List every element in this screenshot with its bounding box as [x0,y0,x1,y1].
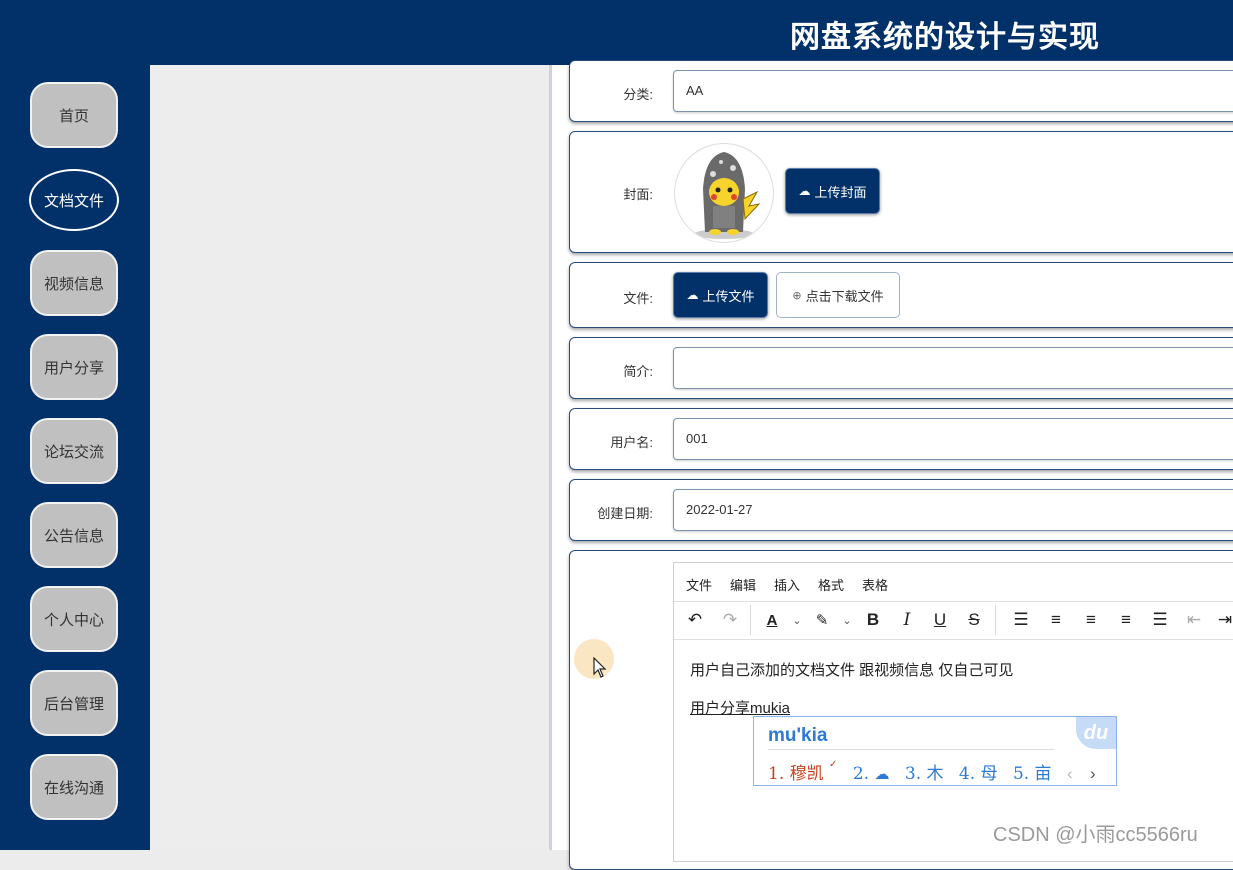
menu-edit[interactable]: 编辑 [730,575,756,594]
chevron-down-icon[interactable]: ⌄ [836,609,858,631]
ime-candidate-window[interactable]: mu'kia du 1. 穆凯 ✓ 2. ☁ 3. 木 4. 母 5. 亩 ‹ … [753,716,1117,786]
nav-documents[interactable]: 文档文件 [29,169,119,231]
nav-personal-center[interactable]: 个人中心 [30,586,118,652]
strikethrough-icon[interactable]: S [963,609,985,631]
watermark: CSDN @小雨cc5566ru [993,824,1198,846]
ime-candidates: 1. 穆凯 ✓ 2. ☁ 3. 木 4. 母 5. 亩 ‹ › [768,759,1096,784]
sidebar: 首页 文档文件 视频信息 用户分享 论坛交流 公告信息 个人中心 后台管理 在线… [0,65,150,850]
app-header: 网盘系统的设计与实现 [0,0,1233,65]
category-input[interactable]: AA [673,70,1233,112]
file-row [569,262,1233,328]
download-file-label: 点击下载文件 [805,288,884,304]
ime-candidate-5[interactable]: 5. 亩 [1013,764,1052,784]
username-input[interactable]: 001 [673,418,1233,460]
ime-divider [768,749,1054,750]
cover-row [569,131,1233,253]
cover-label: 封面: [623,187,653,202]
file-label: 文件: [623,291,653,306]
chevron-left-icon[interactable]: ‹ [1067,764,1073,783]
download-file-button[interactable]: ⊕ 点击下载文件 [776,272,900,318]
editor-menubar: 文件 编辑 插入 格式 表格 [674,563,1233,602]
cover-image [674,143,774,243]
ime-candidate-3[interactable]: 3. 木 [905,764,944,784]
ime-candidate-4[interactable]: 4. 母 [959,764,998,784]
nav-video[interactable]: 视频信息 [30,250,118,316]
align-right-icon[interactable]: ≡ [1115,609,1137,631]
left-blank-panel [150,65,550,850]
indent-icon[interactable]: ⇥ [1214,609,1233,631]
nav-admin[interactable]: 后台管理 [30,670,118,736]
cloud-icon: ☁ [874,765,890,783]
created-date-label: 创建日期: [597,506,653,521]
toolbar-separator [750,605,751,635]
intro-input[interactable] [673,347,1233,389]
nav-home[interactable]: 首页 [30,82,118,148]
cloud-upload-icon: ☁ [798,184,811,198]
nav-user-share[interactable]: 用户分享 [30,334,118,400]
menu-format[interactable]: 格式 [818,575,844,594]
category-label: 分类: [623,87,653,102]
menu-file[interactable]: 文件 [686,575,712,594]
app-title: 网盘系统的设计与实现 [790,21,1100,54]
upload-cover-button[interactable]: ☁ 上传封面 [785,168,880,214]
toolbar-separator [995,605,996,635]
nav-notices[interactable]: 公告信息 [30,502,118,568]
align-center-icon[interactable]: ≡ [1080,609,1102,631]
menu-insert[interactable]: 插入 [774,575,800,594]
menu-table[interactable]: 表格 [862,575,888,594]
outdent-icon[interactable]: ⇤ [1183,609,1205,631]
text-color-icon[interactable]: A [761,609,783,631]
undo-icon[interactable]: ↶ [684,609,706,631]
upload-file-button[interactable]: ☁ 上传文件 [673,272,768,318]
ime-cloud-mark-icon: ✓ [829,759,838,770]
mouse-pointer-icon [593,657,607,678]
rich-text-editor[interactable]: 文件 编辑 插入 格式 表格 ↶ ↷ A ⌄ ✎ ⌄ B I U S ☰ ≡ ≡… [673,562,1233,862]
chevron-right-icon[interactable]: › [1090,764,1096,783]
highlight-color-icon[interactable]: ✎ [811,609,833,631]
intro-label: 简介: [623,364,653,379]
cloud-upload-icon: ☁ [686,288,699,302]
ime-candidate-2[interactable]: 2. [853,764,869,784]
underline-icon[interactable]: U [929,609,951,631]
ime-candidate-1[interactable]: 1. 穆凯 [768,764,824,784]
nav-chat[interactable]: 在线沟通 [30,754,118,820]
editor-line-1: 用户自己添加的文档文件 跟视频信息 仅自己可见 [690,662,1014,679]
ime-composition: mu'kia [768,725,828,746]
created-date-input[interactable]: 2022-01-27 [673,489,1233,531]
editor-toolbar: ↶ ↷ A ⌄ ✎ ⌄ B I U S ☰ ≡ ≡ ≡ ☰ ⇤ ⇥ [674,601,1233,640]
align-left-icon[interactable]: ≡ [1045,609,1067,631]
redo-icon[interactable]: ↷ [719,609,741,631]
editor-line-2: 用户分享mukia [690,700,791,717]
username-label: 用户名: [610,435,653,450]
upload-file-label: 上传文件 [702,288,755,304]
line-height-icon[interactable]: ☰ [1010,609,1032,631]
nav-forum[interactable]: 论坛交流 [30,418,118,484]
upload-cover-label: 上传封面 [814,184,867,200]
bold-icon[interactable]: B [862,609,884,631]
align-justify-icon[interactable]: ☰ [1149,609,1171,631]
download-icon: ⊕ [792,289,802,302]
chevron-down-icon[interactable]: ⌄ [786,609,808,631]
italic-icon[interactable]: I [896,609,918,631]
ime-logo: du [1076,717,1116,749]
